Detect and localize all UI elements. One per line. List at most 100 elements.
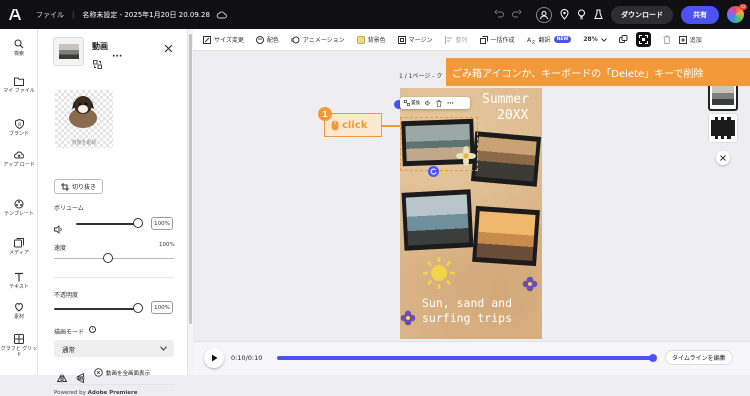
replace-label: 置換 [411,101,420,106]
upload-cloud-icon [14,151,24,159]
add-page-button[interactable]: 追加 [678,35,702,44]
volume-slider-track[interactable] [76,223,138,225]
svg-text:B: B [17,122,20,128]
speed-slider-knob[interactable] [103,253,113,263]
resize-icon [203,35,211,44]
undo-icon[interactable] [494,10,504,19]
add-page-icon [678,35,687,44]
rail-elements[interactable]: 素材 [0,302,38,320]
canvas-fit-icon[interactable] [635,32,651,47]
rail-search[interactable]: 検索 [0,39,38,57]
rail-label: テキスト [9,284,29,290]
grid-icon [14,334,24,344]
invite-user-icon[interactable] [536,6,552,23]
volume-slider-knob[interactable] [133,218,143,228]
opacity-value-field[interactable]: 100% [151,301,173,314]
download-button[interactable]: ダウンロード [611,5,673,24]
canvas-area[interactable]: 1 / 1ページ - ク Summer 20XX Sun, sand and s… [193,51,750,341]
mute-speaker-icon[interactable] [425,100,431,106]
crop-label: 切り抜き [72,184,97,191]
selection-frame[interactable] [400,117,478,171]
volume-value-field[interactable]: 100% [151,217,173,230]
replace-button[interactable]: 置換 [404,100,420,106]
resize-button[interactable]: サイズ変更 [203,35,244,44]
user-avatar[interactable]: 23 [727,4,747,23]
remove-background-button[interactable]: 背景を削除 [55,90,113,148]
animation-button[interactable]: アニメーション [290,35,345,44]
svg-text:文: 文 [531,38,535,44]
rail-brand[interactable]: B ブランド [0,119,38,137]
bulk-create-icon [479,35,488,44]
trash-icon[interactable] [663,35,671,44]
margin-button[interactable]: マージン [397,35,433,44]
lightbulb-icon[interactable] [577,9,586,20]
close-panel-icon[interactable] [716,151,730,165]
align-button[interactable]: 整列 [444,35,468,44]
rail-label: グラフと グリッド [0,346,38,358]
top-bar: ファイル | 名称未設定 - 2025年1月20日 20.09.28 ダウンロー… [0,0,750,29]
headline-year[interactable]: 20XX [497,108,528,123]
film-photo-sunset[interactable] [472,205,540,267]
info-icon[interactable]: i [89,326,96,333]
translate-button[interactable]: A 文翻訳 NEW [527,35,572,44]
rail-label: テンプレート [4,211,34,217]
rail-templates[interactable]: テンプレート [0,199,38,217]
rail-my-files[interactable]: マイ ファイル [0,77,38,94]
cloud-sync-icon[interactable] [216,11,227,19]
opacity-slider-knob[interactable] [133,303,143,313]
delete-trash-icon[interactable] [436,99,442,107]
text-icon [15,272,23,282]
rail-charts-grids[interactable]: グラフと グリッド [0,334,38,358]
flower-decoration-icon [400,310,416,326]
document-title[interactable]: 名称未設定 - 2025年1月20日 20.09.28 [82,10,210,20]
replace-icon [404,100,410,106]
crop-button[interactable]: 切り抜き [54,179,104,194]
rail-text[interactable]: テキスト [0,272,38,290]
layers-icon[interactable] [618,35,628,44]
film-photo-surfer[interactable] [470,131,542,187]
rail-upload[interactable]: アップ ロード [0,150,38,168]
rail-label: 素材 [13,314,24,320]
background-color-button[interactable]: 背景色 [356,35,386,44]
rail-media[interactable]: メディア [0,238,38,256]
volume-label: ボリューム [54,205,84,212]
elements-icon [15,302,23,312]
replace-media-icon[interactable] [93,54,102,73]
speed-slider-track[interactable] [54,258,174,259]
left-rail: 検索 マイ ファイル B ブランド アップ ロード テンプレート メディア テキ… [0,29,38,375]
more-options-icon[interactable]: ··· [447,100,454,107]
play-button[interactable] [204,348,224,368]
tagline-line-1[interactable]: Sun, sand and [422,296,512,310]
bulk-create-button[interactable]: 一括作成 [479,35,515,44]
panel-title: 動画 [92,42,108,51]
fullscreen-icon [94,368,103,377]
redo-icon[interactable] [512,10,522,19]
file-menu[interactable]: ファイル [36,10,64,20]
lab-flask-icon[interactable] [594,9,603,20]
color-scheme-button[interactable]: 配色 [255,35,279,44]
page-thumbnail-2[interactable] [708,113,738,143]
volume-speaker-icon[interactable] [54,219,64,238]
step-number-badge: 1 [318,107,332,121]
more-options-icon[interactable]: ··· [112,52,122,62]
tagline-line-2[interactable]: surfing trips [422,311,512,325]
location-pin-icon[interactable] [560,9,569,20]
opacity-slider-track[interactable] [54,308,138,310]
scrollbar-thumb[interactable] [189,34,192,324]
adobe-express-logo-icon[interactable] [0,0,30,29]
fullscreen-video-button[interactable]: 動画を全画面表示 [94,368,150,377]
rotate-handle-icon[interactable] [428,166,439,177]
palette-icon [255,35,264,44]
page-label: 1 / 1ページ - ク [399,73,443,80]
timeline-playhead[interactable] [649,354,657,362]
edit-timeline-button[interactable]: タイムラインを編集 [665,350,733,365]
close-icon[interactable] [164,38,173,57]
blend-mode-label: 描画モード [54,329,85,336]
headline-summer[interactable]: Summer [482,92,529,107]
zoom-dropdown[interactable]: 28% [583,36,607,43]
blend-mode-select[interactable]: 通常 [54,340,174,357]
rail-label: メディア [9,250,29,256]
share-button[interactable]: 共有 [681,5,719,24]
background-color-swatch [356,35,365,44]
film-photo-women[interactable] [401,189,474,251]
